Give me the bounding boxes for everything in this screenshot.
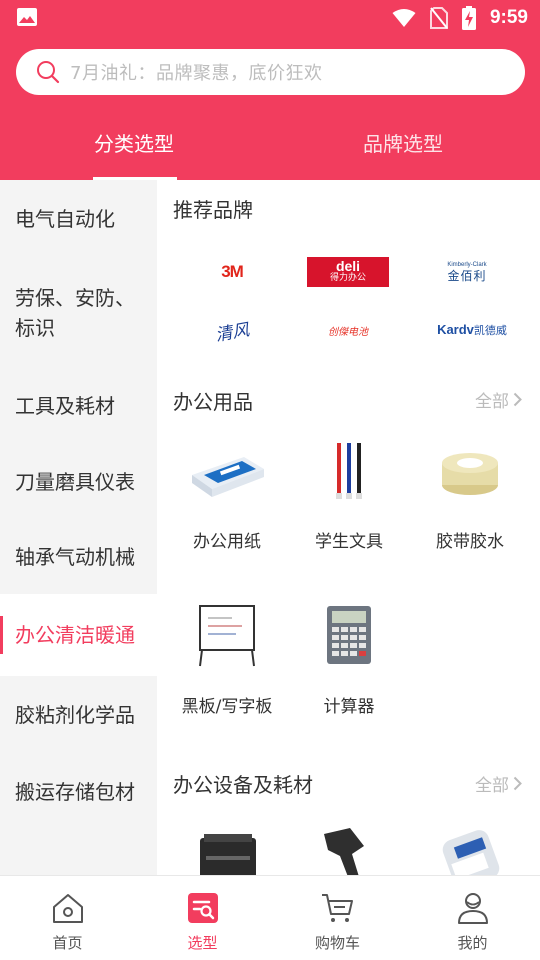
brand-chuangji[interactable]: 创傑电池: [303, 312, 393, 348]
nav-label: 选型: [187, 934, 218, 952]
product-scanner[interactable]: [294, 820, 404, 875]
sidebar-item-label: 劳保、安防、标识: [15, 286, 135, 340]
sidebar-item-electrical[interactable]: 电气自动化: [0, 180, 157, 258]
nav-label: 购物车: [314, 934, 360, 952]
section-title-office-equipment: 办公设备及耗材: [173, 773, 313, 797]
sidebar-item-safety[interactable]: 劳保、安防、标识: [0, 258, 157, 368]
status-bar: 9:59: [0, 0, 540, 36]
profile-icon: [457, 893, 488, 924]
tab-category-select[interactable]: 分类选型: [94, 128, 174, 157]
sidebar-item-measuring[interactable]: 刀量磨具仪表: [0, 444, 157, 520]
product-student-stationery[interactable]: 学生文具: [294, 435, 404, 555]
no-sim-icon: [429, 7, 448, 29]
product-calculator[interactable]: 计算器: [294, 600, 404, 720]
chevron-right-icon: [513, 392, 522, 407]
brand-kardv[interactable]: Kardv凯德威: [422, 312, 522, 348]
search-bar[interactable]: 7月油礼：品牌聚惠，底价狂欢: [16, 49, 525, 95]
pens-icon: [336, 443, 362, 499]
header: 9:59 7月油礼：品牌聚惠，底价狂欢 分类选型 品牌选型: [0, 0, 540, 180]
printer-icon: [200, 834, 256, 875]
product-label: 计算器: [323, 697, 375, 717]
sidebar-item-label: 电气自动化: [15, 207, 115, 231]
wifi-icon: [392, 9, 416, 27]
brand-deli[interactable]: deli 得力办公: [303, 254, 393, 290]
brand-kardv-text: Kardv: [437, 322, 474, 337]
whiteboard-icon: [199, 605, 255, 667]
nav-label: 我的: [457, 934, 488, 952]
nav-label: 首页: [52, 934, 83, 952]
tape-roll-icon: [442, 453, 498, 495]
product-office-paper[interactable]: 办公用纸: [172, 435, 282, 555]
nav-select[interactable]: 选型: [135, 876, 270, 960]
category-sidebar: 电气自动化 劳保、安防、标识 工具及耗材 刀量磨具仪表 轴承气动机械 办公清洁暖…: [0, 180, 157, 875]
status-time: 9:59: [489, 7, 528, 28]
nav-profile[interactable]: 我的: [405, 876, 540, 960]
brand-qingfeng-logo: 清风: [213, 319, 251, 346]
product-whiteboard[interactable]: 黑板/写字板: [172, 600, 282, 720]
sidebar-item-bearings[interactable]: 轴承气动机械: [0, 520, 157, 594]
product-label: 办公用纸: [193, 532, 261, 552]
product-printer[interactable]: [172, 820, 282, 875]
office-equipment-all-link[interactable]: 全部: [475, 771, 522, 796]
section-title-office-supplies: 办公用品: [173, 390, 253, 414]
brand-deli-logo: deli 得力办公: [307, 257, 389, 287]
all-label: 全部: [475, 776, 509, 796]
brand-kimberly-clark[interactable]: Kimberly-Clark 金佰利: [422, 254, 512, 290]
sidebar-item-label: 搬运存储包材: [15, 780, 135, 804]
nav-cart[interactable]: 购物车: [270, 876, 405, 960]
brand-kardv-sub: 凯德威: [473, 325, 507, 337]
gallery-notification-icon: [17, 8, 37, 26]
product-tape-glue[interactable]: 胶带胶水: [415, 435, 525, 555]
sidebar-item-storage[interactable]: 搬运存储包材: [0, 754, 157, 830]
cart-icon: [321, 894, 353, 922]
select-icon: [187, 893, 218, 923]
category-content: 推荐品牌 3M deli 得力办公 Kimberly-Clark 金佰利 清风 …: [157, 180, 540, 875]
tab-brand-select[interactable]: 品牌选型: [363, 128, 443, 157]
brand-deli-sub: 得力办公: [329, 273, 366, 283]
barcode-scanner-icon: [324, 828, 364, 875]
office-supplies-all-link[interactable]: 全部: [475, 387, 522, 412]
brand-3m[interactable]: 3M: [187, 254, 277, 290]
product-label: 胶带胶水: [436, 532, 504, 552]
all-label: 全部: [475, 392, 509, 412]
top-tabs: 分类选型 品牌选型: [0, 118, 540, 180]
search-placeholder: 7月油礼：品牌聚惠，底价狂欢: [70, 63, 323, 84]
sidebar-item-label: 工具及耗材: [15, 394, 115, 418]
sidebar-item-label: 刀量磨具仪表: [15, 470, 135, 494]
calculator-icon: [327, 606, 371, 664]
search-icon: [37, 61, 60, 84]
brand-kardv-logo: Kardv凯德威: [437, 322, 507, 338]
label-maker-icon: [442, 830, 500, 875]
section-title-brands: 推荐品牌: [173, 198, 253, 222]
paper-pack-icon: [192, 457, 264, 497]
bottom-nav: 首页 选型 购物车 我的: [0, 875, 540, 960]
brand-qingfeng[interactable]: 清风: [187, 312, 277, 348]
brand-deli-text: deli: [335, 258, 361, 274]
nav-home[interactable]: 首页: [0, 876, 135, 960]
brand-3m-logo: 3M: [221, 262, 244, 281]
brand-kc-text: Kimberly-Clark: [447, 261, 487, 268]
sidebar-item-adhesives[interactable]: 胶粘剂化学品: [0, 676, 157, 754]
product-label: 学生文具: [315, 532, 383, 552]
product-label: 黑板/写字板: [181, 697, 273, 717]
home-icon: [52, 894, 83, 923]
battery-charging-icon: [461, 6, 476, 30]
brand-kc-sub: 金佰利: [447, 268, 487, 283]
product-label-maker[interactable]: [415, 820, 525, 875]
sidebar-item-label: 胶粘剂化学品: [15, 703, 135, 727]
chevron-right-icon: [513, 776, 522, 791]
sidebar-item-tools[interactable]: 工具及耗材: [0, 368, 157, 444]
brand-chuangji-logo: 创傑电池: [328, 326, 368, 338]
sidebar-item-label: 轴承气动机械: [15, 545, 135, 569]
sidebar-item-office[interactable]: 办公清洁暖通: [0, 594, 157, 676]
sidebar-item-label: 办公清洁暖通: [15, 623, 135, 647]
